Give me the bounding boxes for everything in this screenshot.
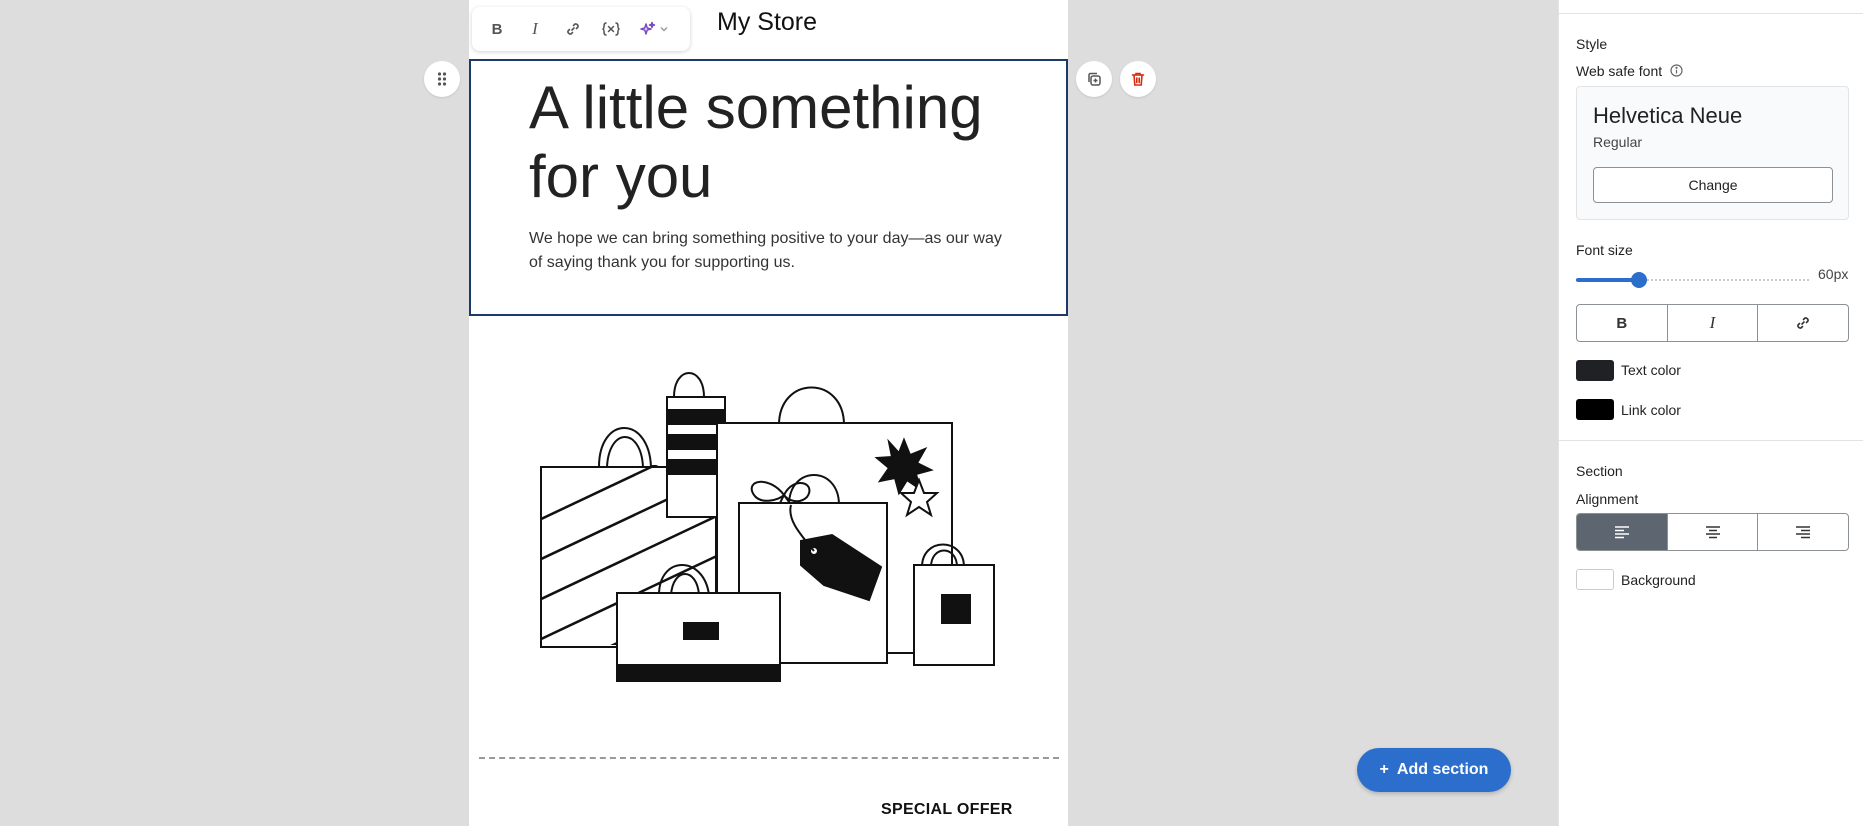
italic-button[interactable]: I — [520, 14, 550, 44]
text-color-swatch[interactable] — [1576, 360, 1614, 381]
duplicate-icon — [1088, 72, 1101, 86]
link-icon — [1797, 317, 1809, 329]
alignment-group — [1576, 513, 1849, 551]
dashed-divider — [479, 757, 1059, 759]
text-color-label: Text color — [1621, 362, 1681, 378]
font-name: Helvetica Neue — [1593, 103, 1743, 128]
slider-fill — [1576, 278, 1639, 282]
link-button[interactable] — [558, 14, 588, 44]
format-italic-button[interactable]: I — [1668, 305, 1759, 341]
trash-icon — [1131, 72, 1145, 86]
align-right-icon — [1796, 526, 1811, 539]
align-left-button[interactable] — [1577, 514, 1668, 550]
ai-generate-dropdown[interactable] — [634, 14, 674, 44]
font-card: Helvetica Neue Regular Change — [1576, 86, 1849, 220]
web-safe-font-label: Web safe font — [1576, 63, 1683, 79]
link-color-label: Link color — [1621, 402, 1681, 418]
slider-thumb[interactable] — [1631, 272, 1647, 288]
font-size-value: 60px — [1818, 266, 1849, 282]
align-center-button[interactable] — [1668, 514, 1759, 550]
editor-canvas: My Store A little something for you We h… — [0, 0, 1545, 826]
text-format-group: B I — [1576, 304, 1849, 342]
align-right-button[interactable] — [1758, 514, 1848, 550]
format-bold-button[interactable]: B — [1577, 305, 1668, 341]
special-offer-heading[interactable]: SPECIAL OFFER — [881, 801, 1013, 819]
email-preview: My Store A little something for you We h… — [469, 0, 1068, 826]
variable-icon — [602, 22, 620, 36]
headline-text[interactable]: A little something for you — [529, 73, 1029, 211]
add-section-label: Add section — [1396, 761, 1489, 778]
panel-section-divider — [1559, 440, 1863, 441]
selected-text-section[interactable]: A little something for you We hope we ca… — [469, 59, 1068, 316]
panel-top-divider — [1559, 13, 1863, 14]
settings-panel: Style Web safe font Helvetica Neue Regul… — [1558, 0, 1863, 826]
font-size-slider[interactable] — [1576, 272, 1809, 288]
plus-icon: + — [1379, 761, 1389, 778]
background-label: Background — [1621, 572, 1696, 588]
duplicate-section-button[interactable] — [1076, 61, 1112, 97]
sparkle-icon — [639, 21, 655, 35]
background-color-swatch[interactable] — [1576, 569, 1614, 590]
change-font-button[interactable]: Change — [1593, 167, 1833, 203]
add-section-button[interactable]: + Add section — [1357, 748, 1511, 792]
chevron-down-icon — [660, 27, 667, 32]
align-center-icon — [1705, 526, 1720, 539]
shopping-bags-illustration[interactable] — [539, 355, 999, 690]
link-icon — [567, 23, 579, 35]
alignment-label: Alignment — [1576, 491, 1639, 507]
style-heading: Style — [1576, 36, 1608, 52]
drag-handle-icon — [437, 72, 447, 86]
align-left-icon — [1614, 526, 1629, 539]
body-text[interactable]: We hope we can bring something positive … — [529, 227, 1019, 275]
info-icon[interactable] — [1670, 64, 1683, 77]
store-name-header[interactable]: My Store — [717, 8, 817, 37]
delete-section-button[interactable] — [1120, 61, 1156, 97]
bold-button[interactable]: B — [482, 14, 512, 44]
section-heading: Section — [1576, 463, 1623, 479]
text-format-toolbar: B I — [472, 7, 690, 51]
font-weight: Regular — [1593, 134, 1643, 150]
format-link-button[interactable] — [1758, 305, 1848, 341]
section-drag-handle[interactable] — [424, 61, 460, 97]
font-size-label: Font size — [1576, 242, 1633, 258]
link-color-swatch[interactable] — [1576, 399, 1614, 420]
variable-button[interactable] — [596, 14, 626, 44]
